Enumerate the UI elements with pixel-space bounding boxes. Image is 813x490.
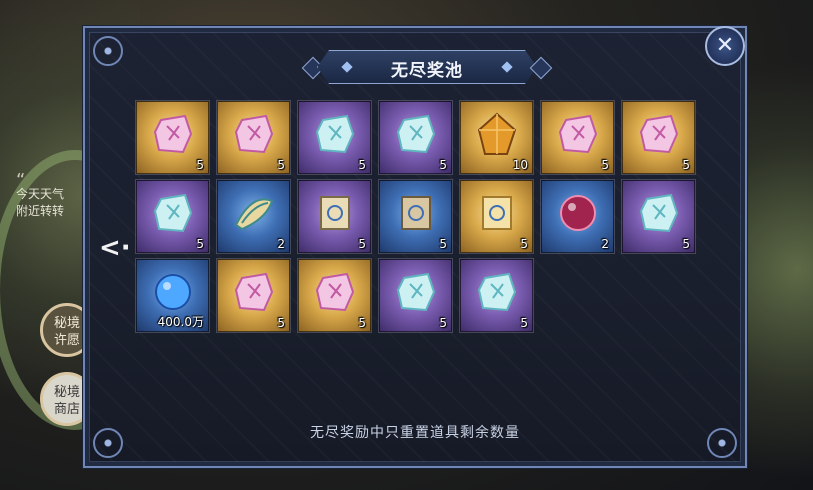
reward-item-slot[interactable]: 5 [459,258,534,333]
hint-line-2: 附近转转 [16,204,65,218]
feather-helm-icon [234,198,274,231]
hint-line-1: 今天天气 [16,187,65,201]
amber-crystal-icon [477,112,517,155]
reward-item-slot[interactable]: 5 [459,179,534,254]
ice-rune-stone-icon [396,114,436,154]
star-orb-icon [560,195,596,231]
reward-item-slot[interactable]: 5 [216,100,291,175]
ice-rune-stone-icon [639,193,679,233]
ice-rune-stone-icon [477,272,517,312]
item-quantity: 2 [601,237,609,251]
item-quantity: 2 [277,237,285,251]
reward-item-slot[interactable]: 5 [378,100,453,175]
golden-scroll-icon [482,196,512,230]
reward-item-slot[interactable]: 5 [540,100,615,175]
reward-item-slot[interactable]: 5 [297,179,372,254]
item-quantity: 10 [512,158,528,172]
reward-item-slot[interactable]: 5 [378,258,453,333]
pink-rune-stone-icon [639,114,679,154]
pink-rune-stone-icon [234,272,274,312]
background-hint-text: 今天天气 附近转转 [16,186,88,220]
reward-item-slot[interactable]: 5 [216,258,291,333]
item-quantity: 5 [277,316,285,330]
close-button[interactable]: ✕ [705,26,745,66]
reward-grid: 5 5 5 5 10 5 5 5 2 5 5 5 2 5 400.0万 5 5 … [135,100,703,333]
parchment-icon [401,196,431,230]
item-quantity: 5 [196,158,204,172]
item-quantity: 5 [601,158,609,172]
title-banner: 无尽奖池 [301,50,553,84]
reward-item-slot[interactable]: 5 [297,258,372,333]
ice-rune-stone-icon [153,193,193,233]
pink-rune-stone-icon [153,114,193,154]
corner-ornament-icon [93,36,123,66]
item-quantity: 5 [520,316,528,330]
reward-item-slot[interactable]: 5 [135,100,210,175]
item-quantity: 5 [682,158,690,172]
item-quantity: 5 [439,237,447,251]
item-quantity: 5 [439,316,447,330]
footer-note: 无尽奖励中只重置道具剩余数量 [310,425,520,441]
item-quantity: 400.0万 [157,315,204,329]
reward-item-slot[interactable]: 5 [135,179,210,254]
item-quantity: 5 [358,237,366,251]
modal-title: 无尽奖池 [391,61,463,81]
reward-item-slot[interactable]: 10 [459,100,534,175]
blue-essence-icon [155,274,191,310]
item-quantity: 5 [196,237,204,251]
item-quantity: 5 [277,158,285,172]
reward-item-slot[interactable]: 2 [216,179,291,254]
item-quantity: 5 [682,237,690,251]
reward-item-slot[interactable]: 5 [297,100,372,175]
reward-item-slot[interactable]: 5 [621,100,696,175]
pink-rune-stone-icon [315,272,355,312]
item-quantity: 5 [520,237,528,251]
back-arrow-icon[interactable]: <· [99,233,131,263]
item-quantity: 5 [358,158,366,172]
endless-pool-modal: 无尽奖池 ✕ <· 5 5 5 5 10 5 5 5 2 5 5 5 2 5 4… [83,26,747,468]
reward-item-slot[interactable]: 2 [540,179,615,254]
reward-item-slot[interactable]: 5 [378,179,453,254]
pink-rune-stone-icon [558,114,598,154]
pink-rune-stone-icon [234,114,274,154]
scroll-icon [320,196,350,230]
reward-item-slot[interactable]: 400.0万 [135,258,210,333]
ice-rune-stone-icon [396,272,436,312]
ice-rune-stone-icon [315,114,355,154]
item-quantity: 5 [439,158,447,172]
item-quantity: 5 [358,316,366,330]
close-icon: ✕ [715,33,735,58]
reward-item-slot[interactable]: 5 [621,179,696,254]
